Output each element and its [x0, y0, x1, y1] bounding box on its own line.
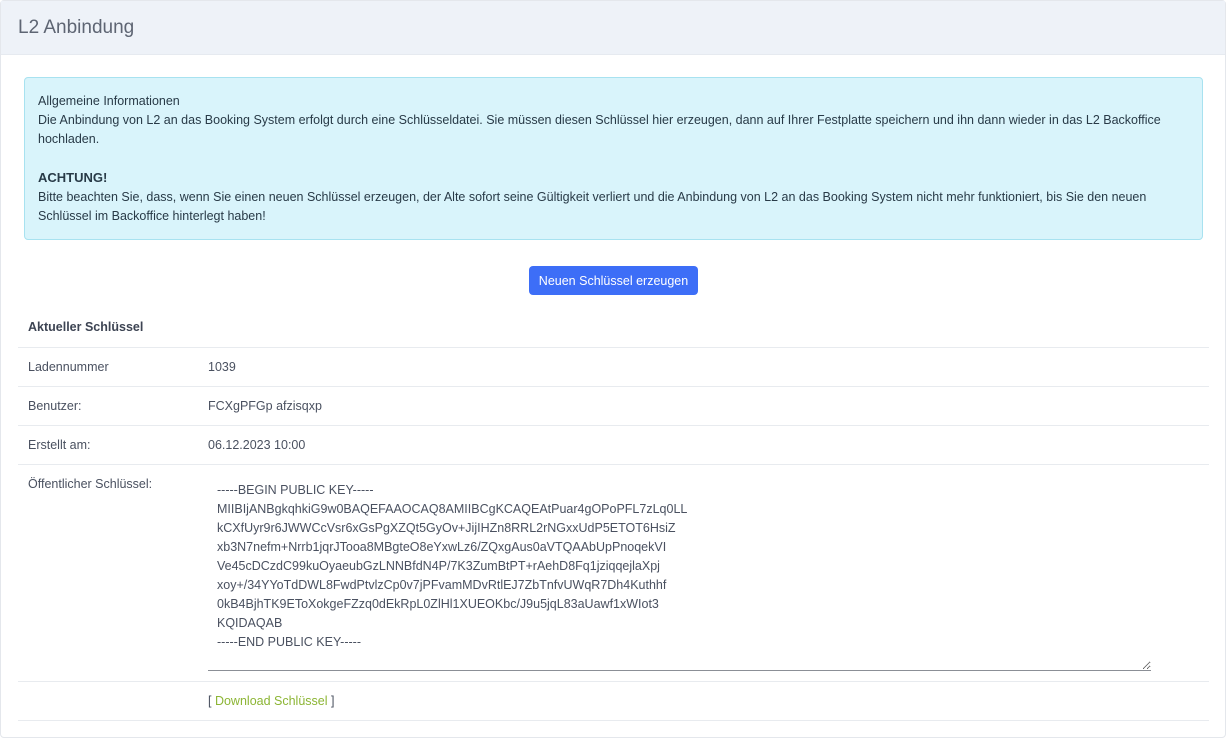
download-bracket-close: ] [327, 694, 335, 708]
alert-warning-title: ACHTUNG! [38, 170, 108, 185]
download-key-link[interactable]: Download Schlüssel [215, 694, 328, 708]
alert-heading: Allgemeine Informationen [38, 94, 180, 108]
table-row-public-key: Öffentlicher Schlüssel: -----BEGIN PUBLI… [18, 465, 1209, 682]
current-key-table: Aktueller Schlüssel Ladennummer 1039 Ben… [18, 306, 1209, 721]
user-label: Benutzer: [28, 399, 82, 413]
alert-text: Die Anbindung von L2 an das Booking Syst… [38, 113, 1161, 146]
table-row-store: Ladennummer 1039 [18, 348, 1209, 387]
table-row-created: Erstellt am: 06.12.2023 10:00 [18, 426, 1209, 465]
user-value: FCXgPFGp afzisqxp [208, 399, 322, 413]
public-key-label: Öffentlicher Schlüssel: [28, 477, 153, 491]
section-header-row: Aktueller Schlüssel [18, 306, 1209, 348]
page-title: L2 Anbindung [18, 16, 135, 38]
created-label: Erstellt am: [28, 438, 91, 452]
card-header: L2 Anbindung [1, 1, 1225, 55]
generate-key-button[interactable]: Neuen Schlüssel erzeugen [528, 266, 699, 295]
section-title: Aktueller Schlüssel [28, 319, 144, 334]
table-row-user: Benutzer: FCXgPFGp afzisqxp [18, 387, 1209, 426]
public-key-textarea[interactable]: -----BEGIN PUBLIC KEY----- MIIBIjANBgkqh… [208, 477, 1151, 671]
created-value: 06.12.2023 10:00 [208, 438, 306, 452]
alert-warning-text: Bitte beachten Sie, dass, wenn Sie einen… [38, 190, 1147, 223]
table-row-download: [ Download Schlüssel ] [18, 682, 1209, 721]
store-label: Ladennummer [28, 360, 109, 374]
card-body: Allgemeine Informationen Die Anbindung v… [1, 55, 1225, 721]
download-bracket-open: [ [208, 694, 215, 708]
l2-connection-card: L2 Anbindung Allgemeine Informationen Di… [0, 0, 1226, 738]
info-alert: Allgemeine Informationen Die Anbindung v… [24, 77, 1203, 240]
store-value: 1039 [208, 360, 236, 374]
